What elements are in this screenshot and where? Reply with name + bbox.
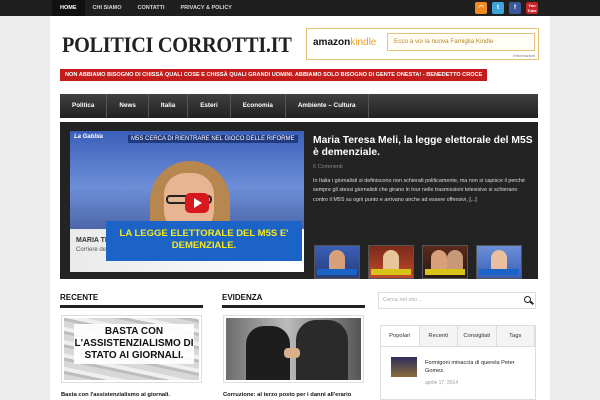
section-divider xyxy=(222,305,365,308)
youtube-icon[interactable]: You Tube xyxy=(526,2,538,14)
recente-caption[interactable]: Basta con l'assistenzialismo ai giornali… xyxy=(61,392,170,398)
topnav-contatti[interactable]: CONTATTI xyxy=(130,0,173,16)
evidenza-caption[interactable]: Corruzione: al terzo posto per i danni a… xyxy=(223,392,351,398)
slider-thumb[interactable] xyxy=(314,245,360,279)
social-icons: ◠ t f You Tube xyxy=(475,2,538,14)
top-nav: HOME CHI SIAMO CONTATTI PRIVACY & POLICY xyxy=(52,0,240,16)
nav-politica[interactable]: Politica xyxy=(60,94,108,118)
ad-brand-suffix: kindle xyxy=(350,37,377,48)
slider-thumb[interactable] xyxy=(422,245,468,279)
slider-thumb[interactable] xyxy=(476,245,522,279)
slider-thumbnails xyxy=(314,245,522,279)
featured-excerpt: In Italia i giornalisti si definiscono n… xyxy=(313,178,525,203)
evidenza-card-image[interactable] xyxy=(223,315,364,383)
featured-title[interactable]: Maria Teresa Meli, la legge elettorale d… xyxy=(313,135,533,159)
search-icon[interactable] xyxy=(524,296,531,303)
nav-italia[interactable]: Italia xyxy=(149,94,189,118)
tab-consigliati[interactable]: Consigliati xyxy=(458,326,497,346)
tab-tags[interactable]: Tags xyxy=(497,326,535,346)
video-headline: M5S CERCA DI RIENTRARE NEL GIOCO DELLE R… xyxy=(128,135,298,143)
video-banner: LA LEGGE ELETTORALE DEL M5S E' DEMENZIAL… xyxy=(106,221,302,261)
site-logo[interactable]: POLITICI CORROTTI.IT xyxy=(62,32,292,58)
topnav-privacy[interactable]: PRIVACY & POLICY xyxy=(173,0,240,16)
slider-thumb[interactable] xyxy=(368,245,414,279)
facebook-icon[interactable]: f xyxy=(509,2,521,14)
top-bar: HOME CHI SIAMO CONTATTI PRIVACY & POLICY… xyxy=(0,0,600,16)
topnav-home[interactable]: HOME xyxy=(52,0,85,16)
section-title-evidenza: EVIDENZA xyxy=(222,293,263,302)
sidebar-tabs: Popolari Recenti Consigliati Tags xyxy=(380,325,536,347)
search-input[interactable]: Cerca nel sito... xyxy=(378,292,536,309)
section-divider xyxy=(60,305,203,308)
ad-text: Ecco a voi la nuova Famiglia Kindle xyxy=(387,33,535,51)
play-icon[interactable] xyxy=(185,193,209,213)
twitter-icon[interactable]: t xyxy=(492,2,504,14)
nav-ambiente-cultura[interactable]: Ambiente – Cultura xyxy=(286,94,369,118)
tab-popolari[interactable]: Popolari xyxy=(381,326,420,346)
sidebar-post-title[interactable]: Formigoni minaccia di querela Peter Gome… xyxy=(425,359,533,375)
main-nav: Politica News Italia Esteri Economia Amb… xyxy=(60,94,538,118)
nav-economia[interactable]: Economia xyxy=(231,94,286,118)
sidebar-post-thumbnail[interactable] xyxy=(391,357,417,377)
recente-card-image[interactable]: BASTA CON L'ASSISTENZIALISMO DI STATO AI… xyxy=(61,315,202,383)
sidebar-post: Formigoni minaccia di querela Peter Gome… xyxy=(380,347,536,400)
page-container: POLITICI CORROTTI.IT amazonkindle Ecco a… xyxy=(50,16,550,400)
ad-brand: amazon xyxy=(313,37,351,48)
ad-info[interactable]: Informazioni xyxy=(513,53,535,58)
featured-comments[interactable]: 6 Commenti xyxy=(313,164,343,170)
search-placeholder: Cerca nel sito... xyxy=(383,297,422,303)
featured-video[interactable]: La Gabbia M5S CERCA DI RIENTRARE NEL GIO… xyxy=(70,131,304,272)
rss-icon[interactable]: ◠ xyxy=(475,2,487,14)
nav-news[interactable]: News xyxy=(107,94,149,118)
sidebar-post-date: aprile 17, 2014 xyxy=(425,380,459,386)
section-title-recente: RECENTE xyxy=(60,293,99,302)
tab-recenti[interactable]: Recenti xyxy=(420,326,458,346)
kindle-ad-banner[interactable]: amazonkindle Ecco a voi la nuova Famigli… xyxy=(306,28,539,60)
topnav-chi-siamo[interactable]: CHI SIAMO xyxy=(85,0,130,16)
site-tagline: NON ABBIAMO BISOGNO DI CHISSÀ QUALI COSE… xyxy=(60,69,488,81)
video-brand: La Gabbia xyxy=(74,134,104,140)
recente-image-text: BASTA CON L'ASSISTENZIALISMO DI STATO AI… xyxy=(74,324,194,364)
amazon-kindle-logo: amazonkindle xyxy=(313,37,376,48)
nav-esteri[interactable]: Esteri xyxy=(188,94,231,118)
featured-slider: La Gabbia M5S CERCA DI RIENTRARE NEL GIO… xyxy=(60,122,538,279)
